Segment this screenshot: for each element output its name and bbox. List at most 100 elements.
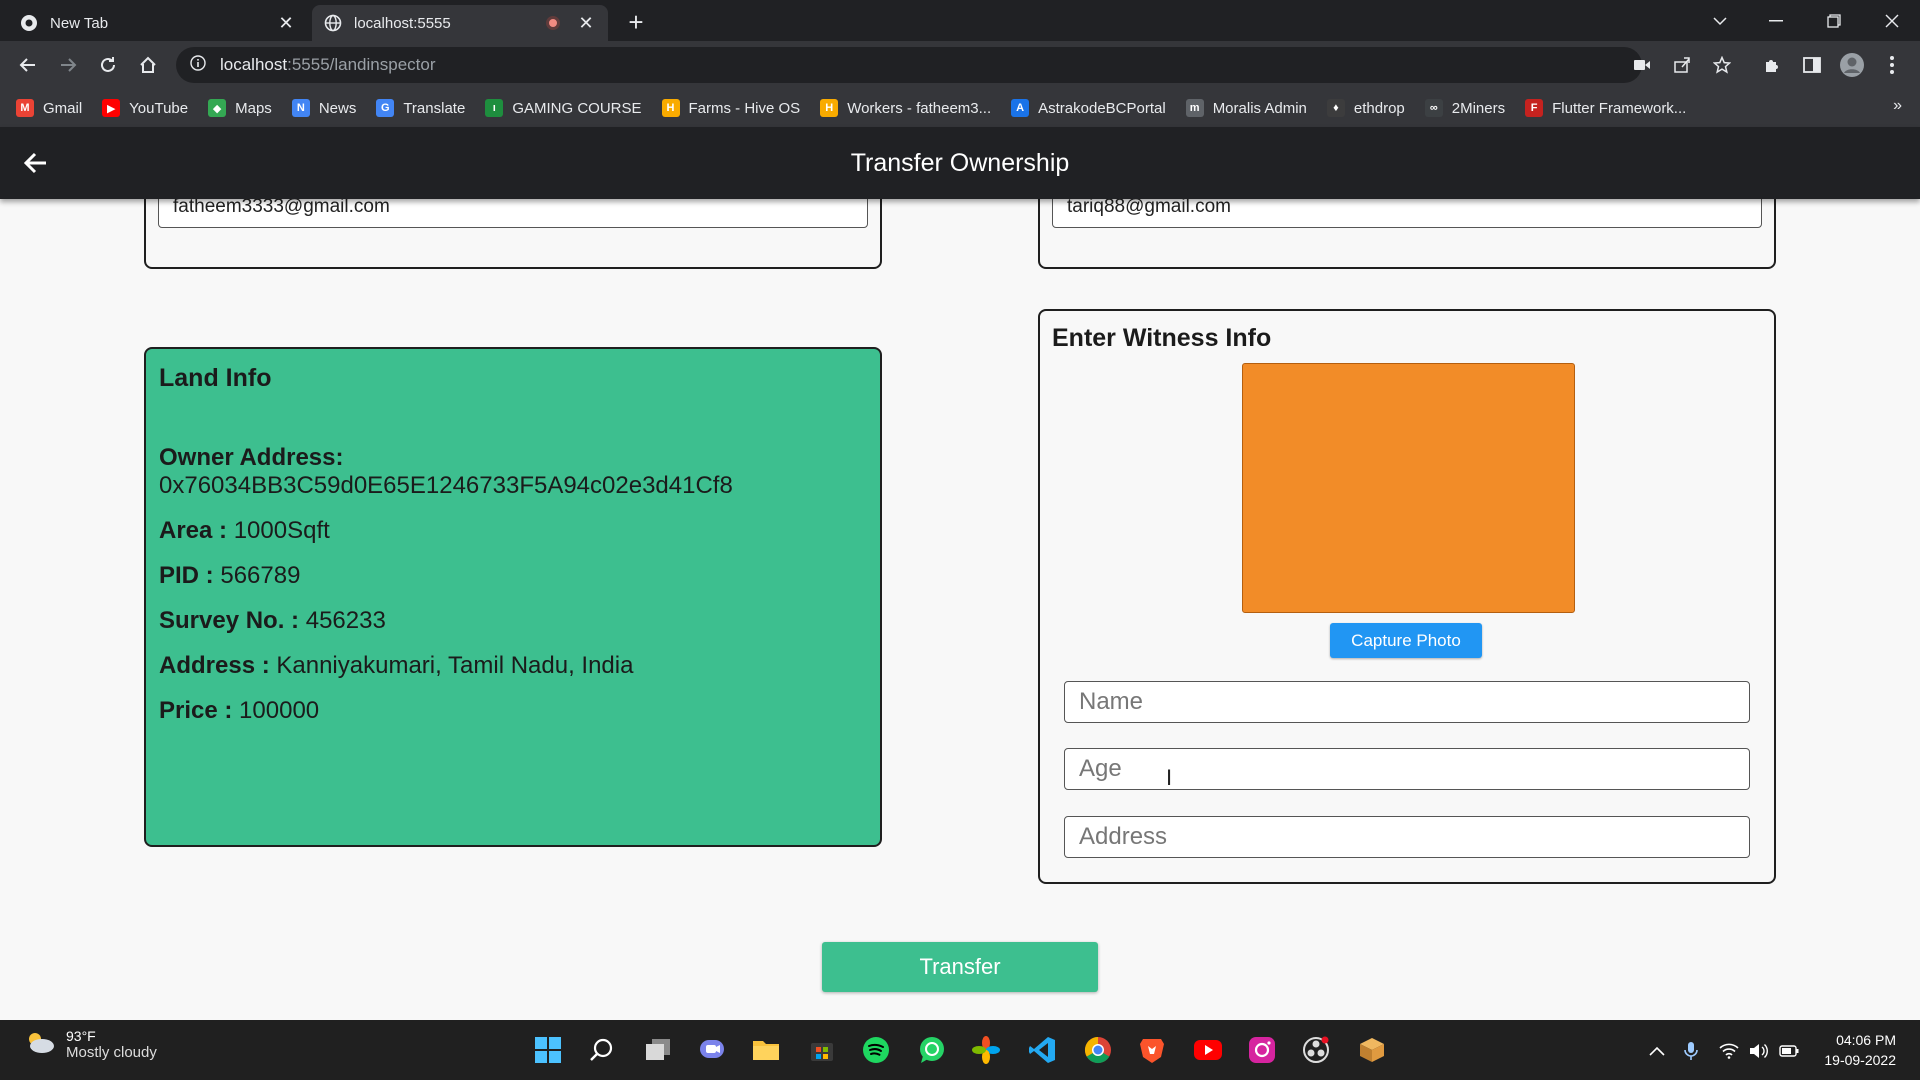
- forward-icon[interactable]: [52, 49, 84, 81]
- browser-tab-bar: New Tab ✕ localhost:5555 ✕ +: [0, 0, 1920, 41]
- news-icon: N: [291, 99, 310, 117]
- teams-chat-icon[interactable]: [694, 1032, 730, 1068]
- temperature: 93°F: [66, 1028, 96, 1044]
- battery-icon[interactable]: [1776, 1038, 1802, 1064]
- bookmark-label: News: [318, 99, 357, 117]
- profile-avatar-icon[interactable]: [1836, 49, 1868, 81]
- recording-icon: [546, 16, 560, 30]
- camera-icon[interactable]: [1626, 49, 1658, 81]
- bookmark-item[interactable]: A AstrakodeBCPortal: [1011, 99, 1166, 117]
- witness-name-input[interactable]: [1064, 681, 1750, 723]
- address-bar[interactable]: localhost:5555/landinspector: [176, 47, 1642, 83]
- bookmark-item[interactable]: ▶ YouTube: [102, 99, 188, 117]
- transfer-button[interactable]: Transfer: [822, 942, 1098, 992]
- close-window-icon[interactable]: [1864, 0, 1920, 41]
- astrakode-icon: A: [1011, 99, 1030, 117]
- bookmark-item[interactable]: M Gmail: [16, 99, 82, 117]
- translate-icon: G: [376, 99, 395, 117]
- survey-value: 456233: [305, 607, 386, 634]
- wifi-icon[interactable]: [1716, 1038, 1742, 1064]
- minimize-icon[interactable]: [1748, 0, 1804, 41]
- new-tab-button[interactable]: +: [622, 7, 650, 37]
- bookmark-item[interactable]: ♦ ethdrop: [1326, 99, 1405, 117]
- pid-label: PID :: [159, 562, 214, 589]
- moralis-icon: m: [1185, 99, 1204, 117]
- system-clock[interactable]: 04:06 PM 19-09-2022: [1824, 1030, 1896, 1070]
- hive-icon: H: [820, 99, 839, 117]
- bookmark-item[interactable]: ∞ 2Miners: [1424, 99, 1505, 117]
- flutter-icon: F: [1525, 99, 1544, 117]
- back-icon[interactable]: [12, 49, 44, 81]
- extensions-icon[interactable]: [1756, 49, 1788, 81]
- bookmark-item[interactable]: ı GAMING COURSE: [485, 99, 642, 117]
- package-icon[interactable]: [1354, 1032, 1390, 1068]
- bookmark-label: GAMING COURSE: [512, 99, 642, 117]
- seller-email-field[interactable]: [158, 199, 868, 228]
- bookmark-item[interactable]: N News: [291, 99, 357, 117]
- main-content: Land Info Owner Address: 0x76034BB3C59d0…: [0, 199, 1920, 1020]
- more-bookmarks-icon[interactable]: »: [1893, 97, 1902, 115]
- address-label: Address :: [159, 652, 270, 679]
- windows-start-icon[interactable]: [530, 1032, 566, 1068]
- owner-address-label: Owner Address:: [159, 444, 344, 471]
- bookmark-label: Flutter Framework...: [1552, 99, 1687, 117]
- close-tab-icon[interactable]: ✕: [276, 13, 296, 33]
- survey-row: Survey No. : 456233: [159, 607, 386, 635]
- file-explorer-icon[interactable]: [748, 1032, 784, 1068]
- bookmark-label: Workers - fatheem3...: [847, 99, 992, 117]
- spotify-icon[interactable]: [858, 1032, 894, 1068]
- clock-time: 04:06 PM: [1836, 1032, 1896, 1048]
- microphone-icon[interactable]: [1678, 1038, 1704, 1064]
- whatsapp-icon[interactable]: [914, 1032, 950, 1068]
- tab-new-tab[interactable]: New Tab ✕: [8, 5, 308, 41]
- restore-icon[interactable]: [1806, 0, 1862, 41]
- page-title: Transfer Ownership: [850, 149, 1070, 177]
- reload-icon[interactable]: [92, 49, 124, 81]
- share-icon[interactable]: [1666, 49, 1698, 81]
- bookmark-label: Moralis Admin: [1212, 99, 1307, 117]
- browser-toolbar: localhost:5555/landinspector: [0, 41, 1920, 89]
- witness-address-input[interactable]: [1064, 816, 1750, 858]
- bookmark-label: Gmail: [43, 99, 83, 117]
- buyer-email-field[interactable]: [1052, 199, 1762, 228]
- witness-heading: Enter Witness Info: [1052, 324, 1272, 352]
- bookmark-item[interactable]: H Farms - Hive OS: [661, 99, 800, 117]
- close-tab-icon[interactable]: ✕: [576, 13, 596, 33]
- witness-info-card: Enter Witness Info Capture Photo: [1038, 309, 1776, 884]
- home-icon[interactable]: [132, 49, 164, 81]
- bookmark-star-icon[interactable]: [1706, 49, 1738, 81]
- photos-icon[interactable]: [968, 1032, 1004, 1068]
- bookmark-item[interactable]: G Translate: [376, 99, 465, 117]
- url-host: localhost: [220, 55, 288, 74]
- 2miners-icon: ∞: [1424, 99, 1443, 117]
- tab-search-icon[interactable]: [1692, 0, 1748, 41]
- chevron-up-icon[interactable]: [1644, 1038, 1670, 1064]
- microsoft-store-icon[interactable]: [804, 1032, 840, 1068]
- search-icon[interactable]: [584, 1032, 620, 1068]
- youtube-icon[interactable]: [1190, 1032, 1226, 1068]
- bookmark-item[interactable]: ◆ Maps: [208, 99, 272, 117]
- site-info-icon[interactable]: [190, 54, 206, 76]
- text-cursor-icon: I: [1166, 765, 1173, 790]
- obs-icon[interactable]: [1298, 1032, 1334, 1068]
- tab-localhost[interactable]: localhost:5555 ✕: [312, 5, 608, 41]
- instagram-icon[interactable]: [1244, 1032, 1280, 1068]
- bookmark-item[interactable]: F Flutter Framework...: [1525, 99, 1686, 117]
- volume-icon[interactable]: [1746, 1038, 1772, 1064]
- vscode-icon[interactable]: [1024, 1032, 1060, 1068]
- bookmark-item[interactable]: H Workers - fatheem3...: [820, 99, 991, 117]
- bookmark-item[interactable]: m Moralis Admin: [1185, 99, 1307, 117]
- area-value: 1000Sqft: [233, 517, 330, 544]
- task-view-icon[interactable]: [640, 1032, 676, 1068]
- price-value: 100000: [239, 697, 320, 724]
- seller-info-card: [144, 199, 882, 269]
- globe-icon: [324, 14, 342, 32]
- brave-icon[interactable]: [1134, 1032, 1170, 1068]
- owner-address-value: 0x76034BB3C59d0E65E1246733F5A94c02e3d41C…: [159, 472, 733, 499]
- weather-widget[interactable]: 93°F Mostly cloudy: [24, 1028, 157, 1061]
- url-text: localhost:5555/landinspector: [220, 55, 436, 75]
- chrome-taskbar-icon[interactable]: [1080, 1032, 1116, 1068]
- side-panel-icon[interactable]: [1796, 49, 1828, 81]
- menu-icon[interactable]: [1876, 49, 1908, 81]
- capture-photo-button[interactable]: Capture Photo: [1330, 623, 1482, 658]
